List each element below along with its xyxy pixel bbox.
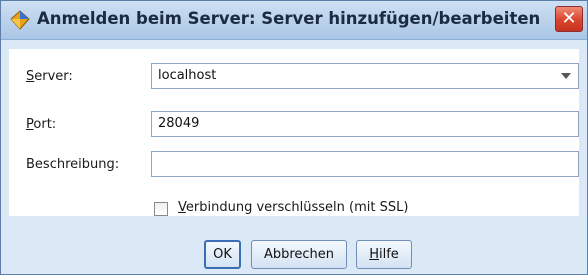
cancel-button[interactable]: Abbrechen (251, 240, 347, 269)
title-bar[interactable]: Anmelden beim Server: Server hinzufügen/… (1, 1, 587, 40)
ok-button[interactable]: OK (204, 240, 241, 269)
help-button[interactable]: Hilfe (356, 240, 412, 269)
server-value: localhost (158, 68, 217, 83)
port-label: Port: (26, 117, 57, 132)
description-label: Beschreibung: (26, 157, 120, 172)
server-label: Server: (26, 69, 73, 84)
dialog-window: Anmelden beim Server: Server hinzufügen/… (0, 0, 588, 275)
port-input[interactable]: 28049 (151, 111, 579, 137)
app-icon (10, 10, 30, 30)
chevron-down-icon[interactable] (555, 65, 577, 87)
ssl-checkbox[interactable] (154, 202, 168, 216)
description-input[interactable] (151, 151, 579, 177)
close-icon: ✕ (561, 8, 577, 29)
ssl-checkbox-label[interactable]: Verbindung verschlüsseln (mit SSL) (178, 200, 408, 215)
window-title: Anmelden beim Server: Server hinzufügen/… (37, 9, 541, 28)
port-value: 28049 (158, 116, 200, 131)
server-select[interactable]: localhost (151, 63, 579, 89)
close-button[interactable]: ✕ (555, 6, 583, 32)
